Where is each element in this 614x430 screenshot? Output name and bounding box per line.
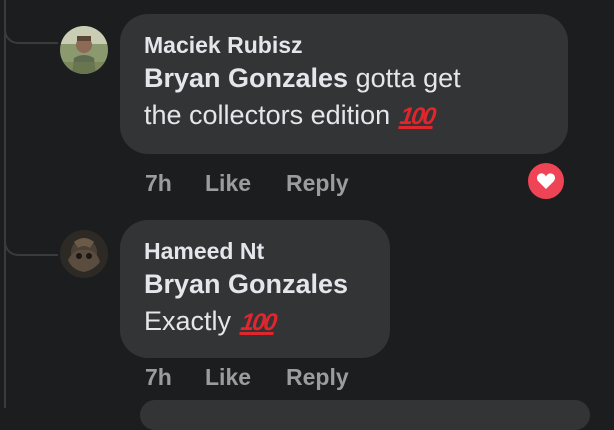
like-button[interactable]: Like <box>205 170 286 197</box>
comment-time[interactable]: 7h <box>145 364 205 391</box>
avatar[interactable] <box>60 26 108 74</box>
comment-actions: 7h Like Reply <box>145 170 349 197</box>
heart-icon <box>536 173 556 189</box>
comment-text: Bryan Gonzales Exactly 100 <box>144 266 366 341</box>
hundred-points-emoji: 100 <box>238 309 277 336</box>
comment-text-part: gotta get <box>348 63 461 93</box>
reaction-badge[interactable] <box>525 160 567 202</box>
reply-button[interactable]: Reply <box>286 170 349 197</box>
next-comment-bubble <box>140 400 590 430</box>
comment-actions: 7h Like Reply <box>145 364 349 391</box>
comment-author[interactable]: Maciek Rubisz <box>144 30 544 60</box>
comment-author[interactable]: Hameed Nt <box>144 236 366 266</box>
comment-bubble: Maciek Rubisz Bryan Gonzales gotta get t… <box>120 14 568 154</box>
comment-time[interactable]: 7h <box>145 170 205 197</box>
avatar[interactable] <box>60 230 108 278</box>
like-button[interactable]: Like <box>205 364 286 391</box>
mention-link[interactable]: Bryan Gonzales <box>144 63 348 93</box>
thread-line <box>4 0 6 408</box>
thread-branch <box>4 234 58 256</box>
hundred-points-emoji: 100 <box>397 103 436 130</box>
comment-bubble: Hameed Nt Bryan Gonzales Exactly 100 <box>120 220 390 358</box>
mention-link[interactable]: Bryan Gonzales <box>144 269 348 299</box>
comment-text-part: Exactly <box>144 306 239 336</box>
comment-text-part: the collectors edition <box>144 100 398 130</box>
comment-text: Bryan Gonzales gotta get the collectors … <box>144 60 544 135</box>
reply-button[interactable]: Reply <box>286 364 349 391</box>
thread-branch <box>4 22 58 44</box>
